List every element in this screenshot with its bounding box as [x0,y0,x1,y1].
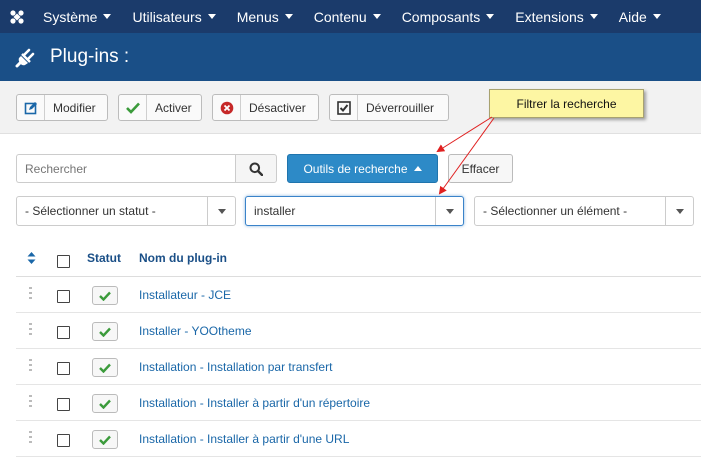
drag-handle-icon[interactable] [29,395,32,407]
type-filter-select[interactable]: installer [245,196,464,226]
table-row: Installation - Installation par transfer… [16,349,701,385]
chevron-down-icon [372,14,381,19]
menu-contenu[interactable]: Contenu [305,0,393,33]
plug-icon [14,45,44,69]
search-icon [249,162,263,176]
chevron-down-icon [207,14,216,19]
sort-icon[interactable] [27,252,36,267]
menu-menus[interactable]: Menus [228,0,305,33]
chevron-down-icon [486,14,495,19]
unlock-button-label: Déverrouiller [366,100,435,115]
drag-handle-icon[interactable] [29,431,32,443]
status-enabled-button[interactable] [92,394,118,413]
annotation-callout: Filtrer la recherche [489,89,644,118]
table-row: Installer - YOOtheme [16,313,701,349]
table-row: Installateur - JCE [16,277,701,313]
chevron-up-icon [413,166,422,171]
drag-handle-icon[interactable] [29,323,32,335]
status-enabled-button[interactable] [92,430,118,449]
element-filter-value: - Sélectionner un élément - [483,204,628,218]
chevron-down-icon [435,197,463,225]
row-checkbox[interactable] [57,362,70,375]
edit-button[interactable]: Modifier [16,94,108,121]
search-button[interactable] [235,154,277,183]
menu-systeme[interactable]: Système [34,0,123,33]
check-icon [99,327,111,337]
status-enabled-button[interactable] [92,286,118,305]
check-icon [99,399,111,409]
element-filter-select[interactable]: - Sélectionner un élément - [474,196,694,226]
drag-handle-icon[interactable] [29,359,32,371]
drag-handle-icon[interactable] [29,287,32,299]
chevron-down-icon [652,14,661,19]
chevron-down-icon [589,14,598,19]
enable-button-label: Activer [155,100,192,115]
row-checkbox[interactable] [57,326,70,339]
unlock-button[interactable]: Déverrouiller [329,94,449,121]
edit-icon [17,95,45,120]
cancel-icon [213,95,241,120]
chevron-down-icon [665,197,693,225]
page-title: Plug-ins : [50,46,130,67]
checkin-icon [330,95,358,120]
plugin-name-link[interactable]: Installation - Installation par transfer… [139,360,332,374]
disable-button-label: Désactiver [249,100,306,115]
row-checkbox[interactable] [57,398,70,411]
type-filter-value: installer [254,204,296,218]
table-row: Installation - Installer à partir d'une … [16,421,701,457]
disable-button[interactable]: Désactiver [212,94,319,121]
chevron-down-icon [284,14,293,19]
chevron-down-icon [103,14,112,19]
plugin-name-link[interactable]: Installateur - JCE [139,288,231,302]
check-icon [99,291,111,301]
enable-button[interactable]: Activer [118,94,202,121]
clear-button[interactable]: Effacer [448,154,513,183]
menu-composants[interactable]: Composants [393,0,507,33]
plugin-name-link[interactable]: Installation - Installer à partir d'une … [139,432,349,446]
chevron-down-icon [207,197,235,225]
joomla-icon[interactable] [0,0,34,33]
search-input[interactable] [16,154,236,183]
column-plugin-name[interactable]: Nom du plug-in [139,251,227,265]
status-enabled-button[interactable] [92,322,118,341]
menu-aide[interactable]: Aide [610,0,673,33]
search-tools-label: Outils de recherche [303,161,408,176]
top-navbar: Système Utilisateurs Menus Contenu Compo… [0,0,701,33]
search-tools-button[interactable]: Outils de recherche [287,154,438,183]
column-status[interactable]: Statut [87,251,121,265]
check-icon [99,435,111,445]
page-header: Plug-ins : [0,33,701,81]
plugin-name-link[interactable]: Installation - Installer à partir d'un r… [139,396,370,410]
select-all-checkbox[interactable] [57,255,70,268]
table-row: Installation - Installer à partir d'un r… [16,385,701,421]
edit-button-label: Modifier [53,100,96,115]
row-checkbox[interactable] [57,434,70,447]
menu-extensions[interactable]: Extensions [506,0,609,33]
check-icon [119,95,147,120]
status-enabled-button[interactable] [92,358,118,377]
status-filter-select[interactable]: - Sélectionner un statut - [16,196,236,226]
menu-utilisateurs[interactable]: Utilisateurs [123,0,227,33]
row-checkbox[interactable] [57,290,70,303]
check-icon [99,363,111,373]
status-filter-value: - Sélectionner un statut - [25,204,156,218]
plugin-name-link[interactable]: Installer - YOOtheme [139,324,252,338]
table-header: Statut Nom du plug-in [16,241,701,277]
